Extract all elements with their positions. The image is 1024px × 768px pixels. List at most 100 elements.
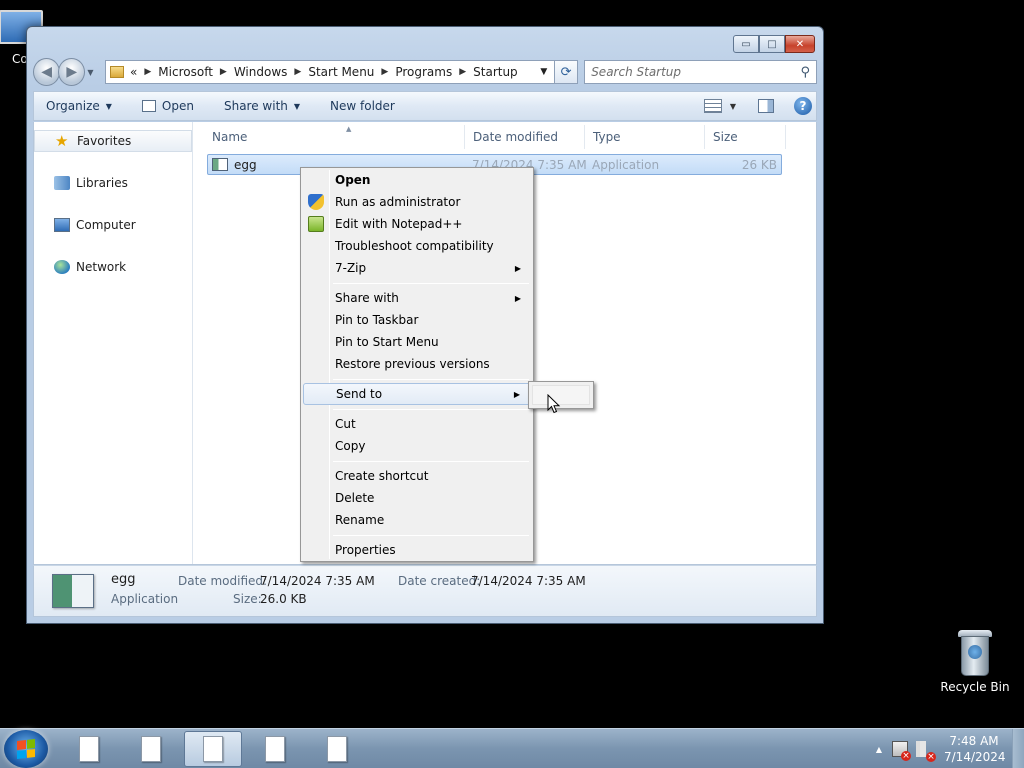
- uac-shield-icon: [308, 194, 324, 210]
- breadcrumb-separator-icon[interactable]: ▶: [220, 67, 227, 77]
- file-name: egg: [234, 157, 257, 172]
- menu-item-rename[interactable]: Rename: [303, 509, 531, 531]
- open-button[interactable]: Open: [141, 99, 194, 113]
- taskbar-button-active[interactable]: [184, 731, 242, 767]
- nav-item-network[interactable]: Network: [34, 256, 192, 278]
- column-header-type[interactable]: Type: [593, 125, 703, 149]
- change-view-icon[interactable]: [703, 99, 722, 113]
- navigation-pane: ★ Favorites Libraries Computer Network: [34, 122, 193, 564]
- organize-button[interactable]: Organize ▼: [46, 99, 112, 113]
- context-menu: Open Run as administrator Edit with Note…: [300, 167, 534, 562]
- column-header-date-modified[interactable]: Date modified: [473, 125, 583, 149]
- recent-pages-dropdown[interactable]: ▼: [87, 68, 99, 77]
- document-icon: [327, 736, 347, 762]
- send-to-submenu[interactable]: [528, 381, 594, 409]
- menu-item-troubleshoot-compatibility[interactable]: Troubleshoot compatibility: [303, 235, 531, 257]
- search-placeholder: Search Startup: [591, 65, 682, 79]
- breadcrumb-separator-icon[interactable]: ▶: [459, 67, 466, 77]
- menu-item-properties[interactable]: Properties: [303, 539, 531, 561]
- share-with-button[interactable]: Share with ▼: [224, 99, 300, 113]
- taskbar-button[interactable]: [246, 731, 304, 767]
- column-label: Size: [713, 130, 738, 144]
- command-bar: Organize ▼ Open Share with ▼ New folder ▼ …: [33, 91, 817, 121]
- maximize-button[interactable]: □: [759, 35, 785, 53]
- menu-item-pin-to-start-menu[interactable]: Pin to Start Menu: [303, 331, 531, 353]
- details-date-modified: 7/14/2024 7:35 AM: [260, 574, 375, 588]
- menu-item-cut[interactable]: Cut: [303, 413, 531, 435]
- breadcrumb-startup[interactable]: Startup: [473, 65, 518, 79]
- taskbar-button[interactable]: [308, 731, 366, 767]
- minimize-button[interactable]: ▭: [733, 35, 759, 53]
- column-label: Type: [593, 130, 621, 144]
- view-options-dropdown-icon[interactable]: ▼: [730, 102, 736, 111]
- menu-item-label: Properties: [335, 543, 396, 557]
- nav-item-libraries[interactable]: Libraries: [34, 172, 192, 194]
- breadcrumb-microsoft[interactable]: Microsoft: [158, 65, 213, 79]
- nav-item-computer[interactable]: Computer: [34, 214, 192, 236]
- breadcrumb-separator-icon[interactable]: ▶: [294, 67, 301, 77]
- search-icon[interactable]: ⚲: [800, 65, 810, 80]
- close-icon: ✕: [795, 38, 805, 50]
- address-bar[interactable]: « ▶ Microsoft ▶ Windows ▶ Start Menu ▶ P…: [105, 60, 555, 84]
- submenu-arrow-icon: ▶: [514, 293, 521, 303]
- breadcrumb-separator-icon[interactable]: ▶: [381, 67, 388, 77]
- menu-item-7zip[interactable]: 7-Zip ▶: [303, 257, 531, 279]
- file-name-cell: egg: [212, 155, 257, 174]
- preview-pane-icon[interactable]: [758, 99, 774, 113]
- search-box[interactable]: Search Startup ⚲: [584, 60, 818, 84]
- details-date-created-label: Date created:: [398, 574, 481, 588]
- show-desktop-button[interactable]: [1012, 729, 1024, 768]
- back-arrow-icon: ◀: [41, 64, 52, 80]
- document-icon: [203, 736, 223, 762]
- document-icon: [265, 736, 285, 762]
- column-header-size[interactable]: Size: [713, 125, 783, 149]
- menu-item-send-to[interactable]: Send to ▶: [303, 383, 531, 405]
- file-size: 26 KB: [741, 157, 777, 172]
- menu-item-pin-to-taskbar[interactable]: Pin to Taskbar: [303, 309, 531, 331]
- menu-item-copy[interactable]: Copy: [303, 435, 531, 457]
- breadcrumb-start-menu[interactable]: Start Menu: [308, 65, 374, 79]
- menu-item-label: Pin to Start Menu: [335, 335, 439, 349]
- taskbar-button[interactable]: [122, 731, 180, 767]
- nav-label: Network: [76, 260, 127, 274]
- new-folder-button[interactable]: New folder: [330, 99, 395, 113]
- desktop-recycle-bin[interactable]: Recycle Bin: [940, 630, 1010, 694]
- back-button[interactable]: ◀: [33, 58, 61, 86]
- breadcrumb-separator-icon[interactable]: ▶: [144, 67, 151, 77]
- close-button[interactable]: ✕: [785, 35, 815, 53]
- address-dropdown-icon[interactable]: ▼: [534, 67, 554, 77]
- clock[interactable]: 7:48 AM 7/14/2024: [944, 733, 1006, 765]
- nav-item-favorites[interactable]: ★ Favorites: [34, 130, 192, 152]
- breadcrumb-windows[interactable]: Windows: [234, 65, 288, 79]
- breadcrumb-programs[interactable]: Programs: [395, 65, 452, 79]
- organize-label: Organize: [46, 99, 100, 113]
- menu-item-label: Create shortcut: [335, 469, 429, 483]
- taskbar: ▲ 7:48 AM 7/14/2024: [0, 728, 1024, 768]
- help-icon[interactable]: ?: [794, 97, 812, 115]
- taskbar-button[interactable]: [60, 731, 118, 767]
- folder-icon: [110, 66, 125, 78]
- star-icon: ★: [55, 132, 69, 150]
- share-with-label: Share with: [223, 99, 288, 113]
- show-hidden-icons-icon[interactable]: ▲: [876, 745, 882, 754]
- menu-item-label: Send to: [336, 387, 383, 401]
- menu-item-create-shortcut[interactable]: Create shortcut: [303, 465, 531, 487]
- column-header-name[interactable]: Name ▲: [212, 125, 462, 149]
- clock-time: 7:48 AM: [949, 734, 999, 748]
- menu-item-run-as-administrator[interactable]: Run as administrator: [303, 191, 531, 213]
- application-thumbnail-icon: [52, 574, 94, 608]
- action-center-icon[interactable]: [892, 741, 911, 761]
- menu-item-edit-with-notepad[interactable]: Edit with Notepad++: [303, 213, 531, 235]
- refresh-button[interactable]: ⟳: [554, 60, 579, 84]
- menu-item-restore-previous-versions[interactable]: Restore previous versions: [303, 353, 531, 375]
- menu-item-share-with[interactable]: Share with ▶: [303, 287, 531, 309]
- address-overflow[interactable]: «: [130, 65, 137, 79]
- menu-item-open[interactable]: Open: [303, 169, 531, 191]
- start-button[interactable]: [4, 730, 48, 768]
- menu-item-delete[interactable]: Delete: [303, 487, 531, 509]
- forward-button[interactable]: ▶: [58, 58, 86, 86]
- libraries-icon: [54, 176, 70, 190]
- menu-item-label: Open: [335, 173, 371, 187]
- volume-muted-icon[interactable]: [916, 741, 936, 762]
- navigation-bar: ◀ ▶ ▼ « ▶ Microsoft ▶ Windows ▶ Start Me…: [33, 58, 818, 86]
